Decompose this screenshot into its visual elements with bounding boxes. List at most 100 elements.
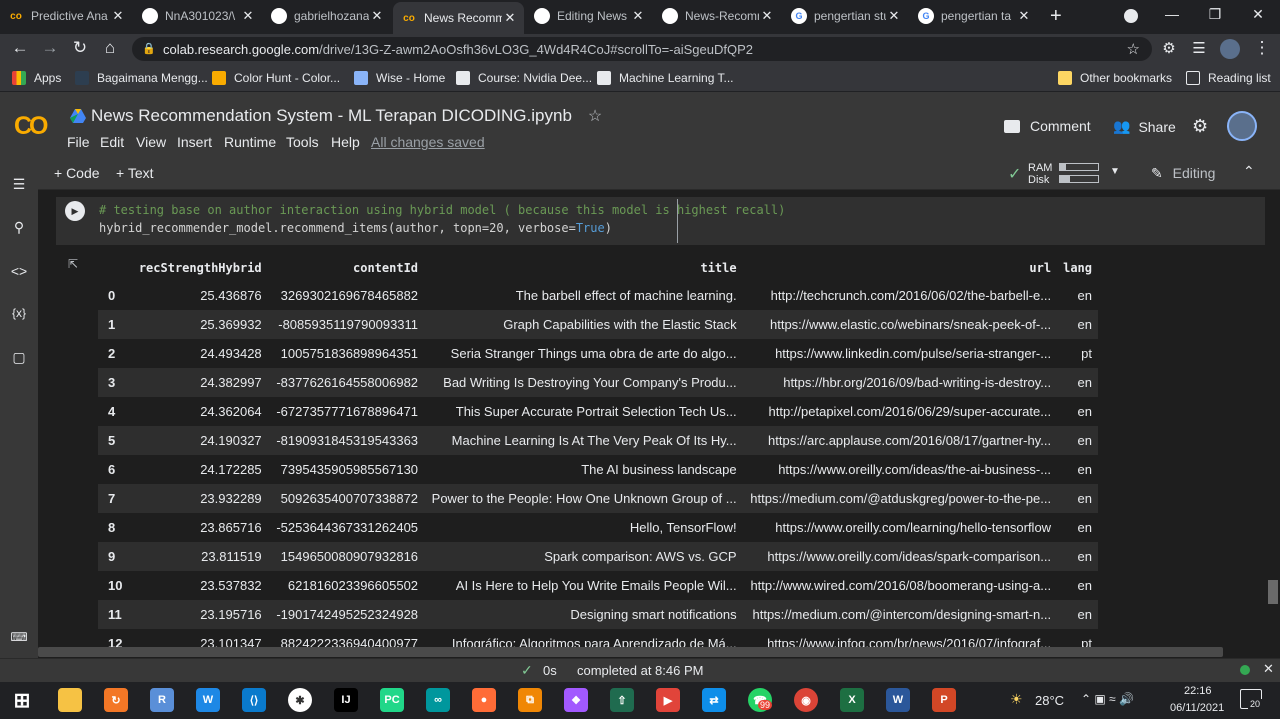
browser-tab[interactable]: Gpengertian ta ✕: [910, 4, 1038, 28]
browser-tab[interactable]: gabrielhozana ✕: [263, 4, 391, 28]
address-bar[interactable]: 🔒 colab.research.google.com/drive/13G-Z-…: [132, 37, 1152, 61]
postman-icon[interactable]: ●: [472, 688, 496, 712]
bookmark-item[interactable]: Color Hunt - Color...: [212, 71, 340, 85]
system-tray-icons[interactable]: ⌃ ▣ ≈ 🔊: [1081, 692, 1134, 706]
profile-dropdown-icon[interactable]: [1124, 9, 1138, 23]
intellij-icon[interactable]: IJ: [334, 688, 358, 712]
variables-icon[interactable]: {x}: [10, 306, 28, 320]
notebook-title[interactable]: News Recommendation System - ML Terapan …: [70, 106, 602, 126]
save-status-link[interactable]: All changes saved: [371, 134, 485, 150]
figma-icon[interactable]: ❖: [564, 688, 588, 712]
horizontal-scrollbar[interactable]: [38, 647, 1223, 657]
file-explorer-icon[interactable]: [58, 688, 82, 712]
user-avatar[interactable]: [1227, 111, 1257, 141]
menu-tools[interactable]: Tools: [286, 134, 319, 150]
clock-time[interactable]: 22:16: [1184, 685, 1212, 697]
excel-icon[interactable]: X: [840, 688, 864, 712]
table-row: 5 24.190327 -8190931845319543363 Machine Le…: [98, 426, 1098, 455]
menu-runtime[interactable]: Runtime: [224, 134, 276, 150]
back-icon[interactable]: ←: [10, 38, 30, 58]
teamviewer-icon[interactable]: ⇄: [702, 688, 726, 712]
browser-tab[interactable]: Gpengertian stu ✕: [783, 4, 908, 28]
bookmark-item[interactable]: Machine Learning T...: [597, 71, 734, 85]
jupyter-icon[interactable]: ↻: [104, 688, 128, 712]
add-code-button[interactable]: + Code: [54, 165, 100, 181]
reload-icon[interactable]: ↻: [70, 38, 90, 58]
editing-mode-button[interactable]: ✎ Editing: [1151, 165, 1215, 182]
ram-usage-fill: [1060, 164, 1066, 170]
other-bookmarks[interactable]: Other bookmarks: [1058, 71, 1172, 85]
minimize-icon[interactable]: —: [1162, 6, 1182, 22]
restore-icon[interactable]: ❐: [1205, 6, 1225, 23]
close-tab-icon[interactable]: ✕: [369, 8, 385, 24]
table-of-contents-icon[interactable]: ☰: [10, 176, 28, 193]
close-tab-icon[interactable]: ✕: [240, 8, 256, 24]
browser-tab[interactable]: co News Recomm ✕: [393, 2, 524, 34]
menu-edit[interactable]: Edit: [100, 134, 124, 150]
comment-button[interactable]: Comment: [1004, 118, 1091, 134]
new-tab-button[interactable]: +: [1050, 5, 1062, 28]
menu-file[interactable]: File: [67, 134, 90, 150]
chrome-icon[interactable]: ◉: [794, 688, 818, 712]
weather-temp[interactable]: 28°C: [1035, 693, 1064, 708]
weather-icon[interactable]: ☀: [1010, 691, 1023, 708]
upload-icon[interactable]: ⇧: [610, 688, 634, 712]
star-notebook-icon[interactable]: ☆: [588, 106, 602, 126]
table-cell: AI Is Here to Help You Write Emails Peop…: [424, 571, 743, 600]
r-icon[interactable]: R: [150, 688, 174, 712]
resource-monitor[interactable]: RAM Disk: [1028, 162, 1052, 186]
close-tab-icon[interactable]: ✕: [502, 10, 518, 26]
close-tab-icon[interactable]: ✕: [110, 8, 126, 24]
share-button[interactable]: 👥 Share: [1113, 118, 1176, 135]
word-blue-icon[interactable]: W: [196, 688, 220, 712]
close-status-icon[interactable]: ✕: [1263, 661, 1274, 677]
bookmark-item[interactable]: Bagaimana Mengg...: [75, 71, 208, 85]
chrome-menu-icon[interactable]: ⋮: [1252, 38, 1272, 58]
browser-tab[interactable]: Editing News ✕: [526, 4, 652, 28]
windows-start-icon[interactable]: ⊞: [10, 688, 34, 712]
code-snippets-icon[interactable]: <>: [10, 263, 28, 279]
bookmark-star-icon[interactable]: ☆: [1127, 40, 1140, 58]
reading-list[interactable]: Reading list: [1186, 71, 1271, 85]
terminal-icon[interactable]: ⌨: [10, 630, 28, 644]
close-tab-icon[interactable]: ✕: [630, 8, 646, 24]
menu-view[interactable]: View: [136, 134, 166, 150]
profile-avatar[interactable]: [1220, 39, 1240, 59]
home-icon[interactable]: ⌂: [100, 38, 120, 58]
browser-tab[interactable]: News-Recomm ✕: [654, 4, 781, 28]
chromium-icon[interactable]: ✱: [288, 688, 312, 712]
settings-gear-icon[interactable]: ⚙: [1192, 116, 1208, 137]
extensions-icon[interactable]: ⚙: [1159, 39, 1179, 57]
word-icon[interactable]: W: [886, 688, 910, 712]
bookmark-item[interactable]: Wise - Home: [354, 71, 445, 85]
close-window-icon[interactable]: ✕: [1248, 6, 1268, 23]
collapse-header-icon[interactable]: ⌃: [1243, 163, 1255, 180]
powerpoint-icon[interactable]: P: [932, 688, 956, 712]
arduino-icon[interactable]: ∞: [426, 688, 450, 712]
close-tab-icon[interactable]: ✕: [1016, 8, 1032, 24]
close-tab-icon[interactable]: ✕: [759, 8, 775, 24]
menu-help[interactable]: Help: [331, 134, 360, 150]
runtime-dropdown-icon[interactable]: ▼: [1110, 166, 1120, 177]
search-icon[interactable]: ⚲: [10, 219, 28, 236]
forward-icon[interactable]: →: [40, 38, 60, 58]
vertical-scrollbar-thumb[interactable]: [1268, 580, 1278, 604]
add-text-button[interactable]: + Text: [116, 165, 154, 181]
bookmark-item[interactable]: Apps: [12, 71, 61, 85]
close-tab-icon[interactable]: ✕: [886, 8, 902, 24]
clock-date[interactable]: 06/11/2021: [1170, 702, 1224, 714]
browser-tab[interactable]: co Predictive Ana ✕: [0, 4, 132, 28]
pycharm-icon[interactable]: PC: [380, 688, 404, 712]
files-folder-icon[interactable]: ▢: [10, 349, 28, 366]
table-cell: -1901742495252324928: [267, 600, 425, 629]
run-cell-button[interactable]: ▶: [65, 201, 85, 221]
output-menu-icon[interactable]: ⇱: [68, 257, 78, 271]
media-control-icon[interactable]: ☰: [1189, 39, 1209, 57]
browser-tab[interactable]: NnA301023/\ ✕: [134, 4, 262, 28]
anydesk-icon[interactable]: ▶: [656, 688, 680, 712]
vscode-icon[interactable]: ⟨⟩: [242, 688, 266, 712]
bookmark-item[interactable]: Course: Nvidia Dee...: [456, 71, 592, 85]
colab-logo-icon[interactable]: CO: [14, 112, 48, 141]
menu-insert[interactable]: Insert: [177, 134, 212, 150]
drawio-icon[interactable]: ⧉: [518, 688, 542, 712]
